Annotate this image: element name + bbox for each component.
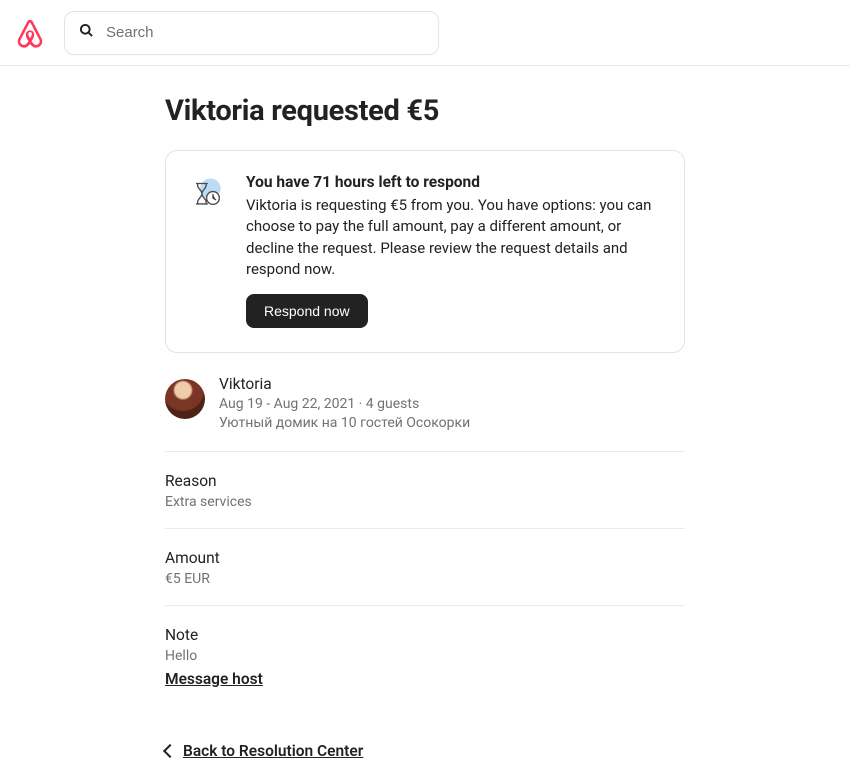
avatar[interactable] bbox=[165, 379, 205, 419]
back-to-resolution-link[interactable]: Back to Resolution Center bbox=[165, 742, 685, 760]
requester-details: Viktoria Aug 19 - Aug 22, 2021 · 4 guest… bbox=[219, 375, 470, 433]
requester-dates: Aug 19 - Aug 22, 2021 · 4 guests bbox=[219, 395, 470, 414]
requester-name: Viktoria bbox=[219, 375, 470, 393]
requester-listing: Уютный домик на 10 гостей Осокорки bbox=[219, 414, 470, 433]
section-note: Note Hello Message host bbox=[165, 606, 685, 698]
note-value: Hello bbox=[165, 648, 685, 664]
section-reason: Reason Extra services bbox=[165, 452, 685, 529]
requester-block: Viktoria Aug 19 - Aug 22, 2021 · 4 guest… bbox=[165, 375, 685, 452]
alert-description: Viktoria is requesting €5 from you. You … bbox=[246, 195, 660, 280]
alert-title: You have 71 hours left to respond bbox=[246, 173, 660, 191]
app-header bbox=[0, 0, 850, 66]
amount-label: Amount bbox=[165, 549, 685, 567]
section-amount: Amount €5 EUR bbox=[165, 529, 685, 606]
respond-alert: You have 71 hours left to respond Viktor… bbox=[165, 150, 685, 353]
message-host-link[interactable]: Message host bbox=[165, 670, 263, 688]
amount-value: €5 EUR bbox=[165, 571, 685, 587]
respond-now-button[interactable]: Respond now bbox=[246, 294, 368, 328]
search-input[interactable] bbox=[106, 24, 424, 41]
airbnb-logo[interactable] bbox=[16, 18, 44, 48]
alert-body: You have 71 hours left to respond Viktor… bbox=[246, 173, 660, 328]
search-container[interactable] bbox=[64, 11, 439, 55]
reason-value: Extra services bbox=[165, 494, 685, 510]
page-content: Viktoria requested €5 You have 71 hours … bbox=[165, 66, 685, 760]
chevron-left-icon bbox=[163, 744, 177, 758]
reason-label: Reason bbox=[165, 472, 685, 490]
page-title: Viktoria requested €5 bbox=[165, 94, 685, 128]
note-label: Note bbox=[165, 626, 685, 644]
search-icon bbox=[79, 23, 94, 42]
hourglass-clock-icon bbox=[190, 175, 224, 209]
back-link-label: Back to Resolution Center bbox=[183, 742, 363, 760]
